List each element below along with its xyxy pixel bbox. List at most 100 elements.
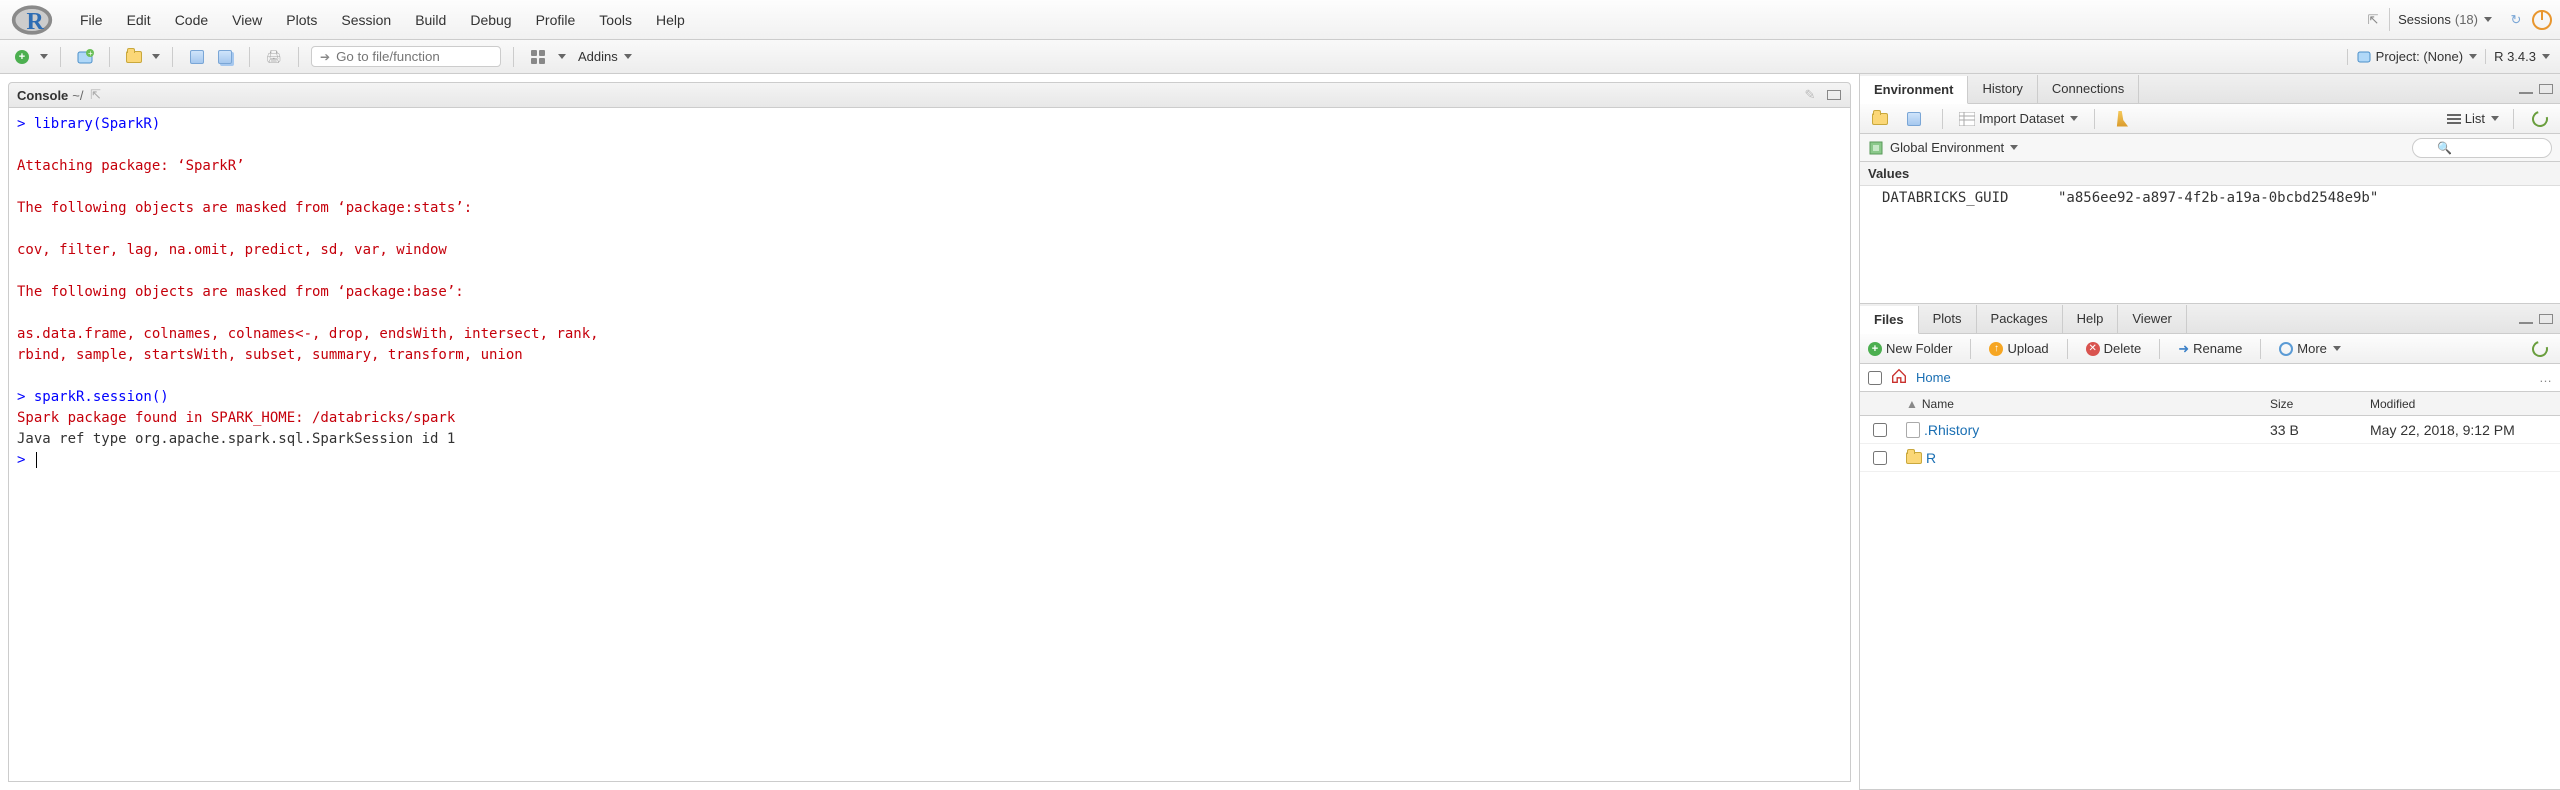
menu-build[interactable]: Build	[403, 6, 458, 34]
save-all-button[interactable]	[213, 46, 237, 68]
file-size: 33 B	[2270, 422, 2370, 438]
refresh-files-button[interactable]	[2528, 338, 2552, 360]
file-row: .Rhistory 33 BMay 22, 2018, 9:12 PM	[1860, 416, 2560, 444]
col-size[interactable]: Size	[2270, 392, 2370, 415]
menu-debug[interactable]: Debug	[458, 6, 523, 34]
env-rows: DATABRICKS_GUID"a856ee92-a897-4f2b-a19a-…	[1860, 186, 2560, 210]
menu-view[interactable]: View	[220, 6, 274, 34]
print-button[interactable]: 🖨	[262, 46, 286, 68]
sessions-button[interactable]: Sessions (18)	[2389, 8, 2500, 31]
share-icon[interactable]: ⇱	[2365, 12, 2381, 28]
file-name-link[interactable]: R	[1926, 450, 1936, 466]
window-icon[interactable]	[1826, 87, 1842, 103]
console-output[interactable]: > library(SparkR)Attaching package: ‘Spa…	[8, 108, 1851, 782]
menubar: R FileEditCodeViewPlotsSessionBuildDebug…	[0, 0, 2560, 40]
scope-selector[interactable]: Global Environment	[1890, 140, 2018, 155]
new-file-button[interactable]: +	[10, 46, 34, 68]
tab-connections[interactable]: Connections	[2038, 75, 2139, 103]
chevron-down-icon	[152, 54, 160, 59]
environment-pane: EnvironmentHistoryConnections Import Dat…	[1860, 74, 2560, 304]
col-name[interactable]: ▲ Name	[1900, 392, 2270, 415]
more-button[interactable]: More	[2279, 341, 2341, 356]
recycle-icon[interactable]: ↻	[2508, 12, 2524, 28]
r-version-menu[interactable]: R 3.4.3	[2485, 49, 2550, 64]
menu-items: FileEditCodeViewPlotsSessionBuildDebugPr…	[68, 6, 697, 34]
console-title: Console	[17, 88, 68, 103]
delete-button[interactable]: ✕Delete	[2086, 341, 2142, 356]
console-header: Console ~/ ⇱ ✎	[8, 82, 1851, 108]
console-path: ~/	[72, 88, 83, 103]
panes-button[interactable]	[526, 46, 550, 68]
files-toolbar: +New Folder ↑Upload ✕Delete ➜Rename More	[1860, 334, 2560, 364]
goto-file-field[interactable]	[336, 49, 492, 64]
project-menu[interactable]: Project: (None)	[2347, 49, 2477, 65]
menu-session[interactable]: Session	[329, 6, 403, 34]
values-header: Values	[1860, 162, 2560, 186]
new-folder-button[interactable]: +New Folder	[1868, 341, 1952, 356]
save-workspace-button[interactable]	[1902, 108, 1926, 130]
file-checkbox[interactable]	[1873, 451, 1887, 465]
chevron-down-icon	[558, 54, 566, 59]
env-search[interactable]	[2412, 138, 2552, 158]
view-mode-button[interactable]: List	[2447, 111, 2499, 126]
upload-button[interactable]: ↑Upload	[1989, 341, 2048, 356]
breadcrumb-home[interactable]: Home	[1916, 370, 1951, 385]
rstudio-logo: R	[8, 0, 56, 44]
menu-profile[interactable]: Profile	[524, 6, 588, 34]
maximize-icon[interactable]	[2538, 311, 2554, 327]
menu-file[interactable]: File	[68, 6, 115, 34]
chevron-down-icon	[2484, 17, 2492, 22]
menu-help[interactable]: Help	[644, 6, 697, 34]
tab-packages[interactable]: Packages	[1977, 305, 2063, 333]
maximize-icon[interactable]	[2538, 81, 2554, 97]
r-version-label: R 3.4.3	[2494, 49, 2536, 64]
env-row[interactable]: DATABRICKS_GUID"a856ee92-a897-4f2b-a19a-…	[1860, 186, 2560, 210]
menu-tools[interactable]: Tools	[587, 6, 644, 34]
file-row: R	[1860, 444, 2560, 472]
menu-edit[interactable]: Edit	[115, 6, 163, 34]
document-icon	[1906, 422, 1920, 438]
new-project-button[interactable]: +	[73, 46, 97, 68]
open-file-button[interactable]	[122, 46, 146, 68]
tab-history[interactable]: History	[1968, 75, 2037, 103]
save-button[interactable]	[185, 46, 209, 68]
home-icon[interactable]	[1890, 367, 1908, 388]
col-modified[interactable]: Modified	[2370, 392, 2560, 415]
sessions-label: Sessions	[2398, 12, 2451, 27]
import-dataset-button[interactable]: Import Dataset	[1959, 111, 2078, 126]
chevron-down-icon	[2491, 116, 2499, 121]
tab-plots[interactable]: Plots	[1919, 305, 1977, 333]
popout-icon[interactable]: ⇱	[88, 87, 104, 103]
select-all-checkbox[interactable]	[1868, 371, 1882, 385]
tab-viewer[interactable]: Viewer	[2118, 305, 2187, 333]
globe-icon	[1868, 140, 1884, 156]
rename-button[interactable]: ➜Rename	[2178, 341, 2242, 357]
sessions-count: (18)	[2455, 12, 2478, 27]
tab-environment[interactable]: Environment	[1860, 76, 1968, 104]
clear-icon[interactable]: ✎	[1802, 87, 1818, 103]
menu-plots[interactable]: Plots	[274, 6, 329, 34]
minimize-icon[interactable]	[2518, 311, 2534, 327]
main-toolbar: + + 🖨 ➔ Addins Project: (None) R 3.4.3	[0, 40, 2560, 74]
chevron-down-icon	[2469, 54, 2477, 59]
file-name-link[interactable]: .Rhistory	[1924, 422, 1979, 438]
env-search-input[interactable]	[2412, 138, 2552, 158]
clear-workspace-button[interactable]	[2111, 108, 2135, 130]
file-modified: May 22, 2018, 9:12 PM	[2370, 422, 2560, 438]
load-workspace-button[interactable]	[1868, 108, 1892, 130]
tab-files[interactable]: Files	[1860, 306, 1919, 334]
goto-file-input[interactable]: ➔	[311, 46, 501, 67]
chevron-down-icon	[624, 54, 632, 59]
files-table-header: ▲ Name Size Modified	[1860, 392, 2560, 416]
power-icon[interactable]	[2532, 10, 2552, 30]
refresh-button[interactable]	[2528, 108, 2552, 130]
minimize-icon[interactable]	[2518, 81, 2534, 97]
addins-button[interactable]: Addins	[578, 49, 632, 64]
menu-code[interactable]: Code	[163, 6, 220, 34]
folder-icon	[1906, 452, 1922, 464]
file-checkbox[interactable]	[1873, 423, 1887, 437]
svg-text:R: R	[27, 9, 45, 35]
chevron-down-icon	[40, 54, 48, 59]
more-path-button[interactable]: …	[2539, 370, 2552, 385]
tab-help[interactable]: Help	[2063, 305, 2119, 333]
